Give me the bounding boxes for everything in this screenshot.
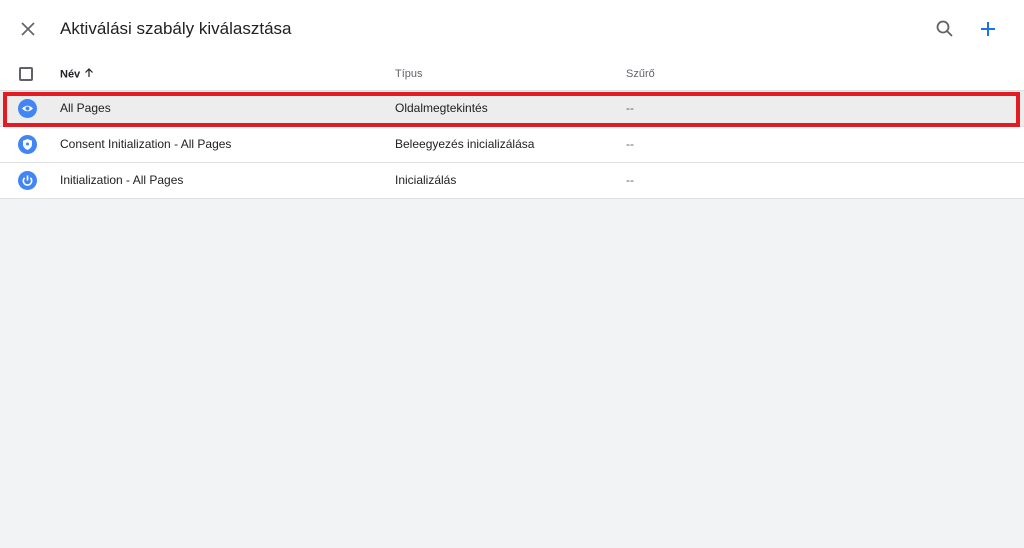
row-name: All Pages [60,101,111,115]
close-icon[interactable] [18,19,38,39]
table-row[interactable]: Initialization - All Pages Inicializálás… [0,163,1024,199]
select-all-checkbox[interactable] [19,67,33,81]
row-name: Initialization - All Pages [60,173,184,187]
table-row[interactable]: All Pages Oldalmegtekintés -- [0,91,1024,127]
table-header: Név Típus Szűrő [0,60,1024,91]
row-name: Consent Initialization - All Pages [60,137,232,151]
row-type: Inicializálás [395,173,457,187]
search-icon[interactable] [934,18,956,40]
row-type: Oldalmegtekintés [395,101,488,115]
trigger-picker-panel: Aktiválási szabály kiválasztása Név Típu… [0,0,1024,199]
row-type: Beleegyezés inicializálása [395,137,535,151]
power-icon [18,171,37,190]
row-filter: -- [626,137,634,151]
page-title: Aktiválási szabály kiválasztása [60,19,292,38]
eye-icon [18,99,37,118]
table-row[interactable]: Consent Initialization - All Pages Belee… [0,127,1024,163]
column-name-label: Név [60,68,81,81]
column-header-type[interactable]: Típus [395,68,423,80]
row-filter: -- [626,173,634,187]
column-header-filter[interactable]: Szűrő [626,68,655,80]
add-icon[interactable] [977,18,999,40]
arrow-up-icon [84,68,94,81]
column-header-name[interactable]: Név [60,68,94,81]
row-filter: -- [626,101,634,115]
panel-header: Aktiválási szabály kiválasztása [0,0,1024,60]
shield-icon [18,135,37,154]
